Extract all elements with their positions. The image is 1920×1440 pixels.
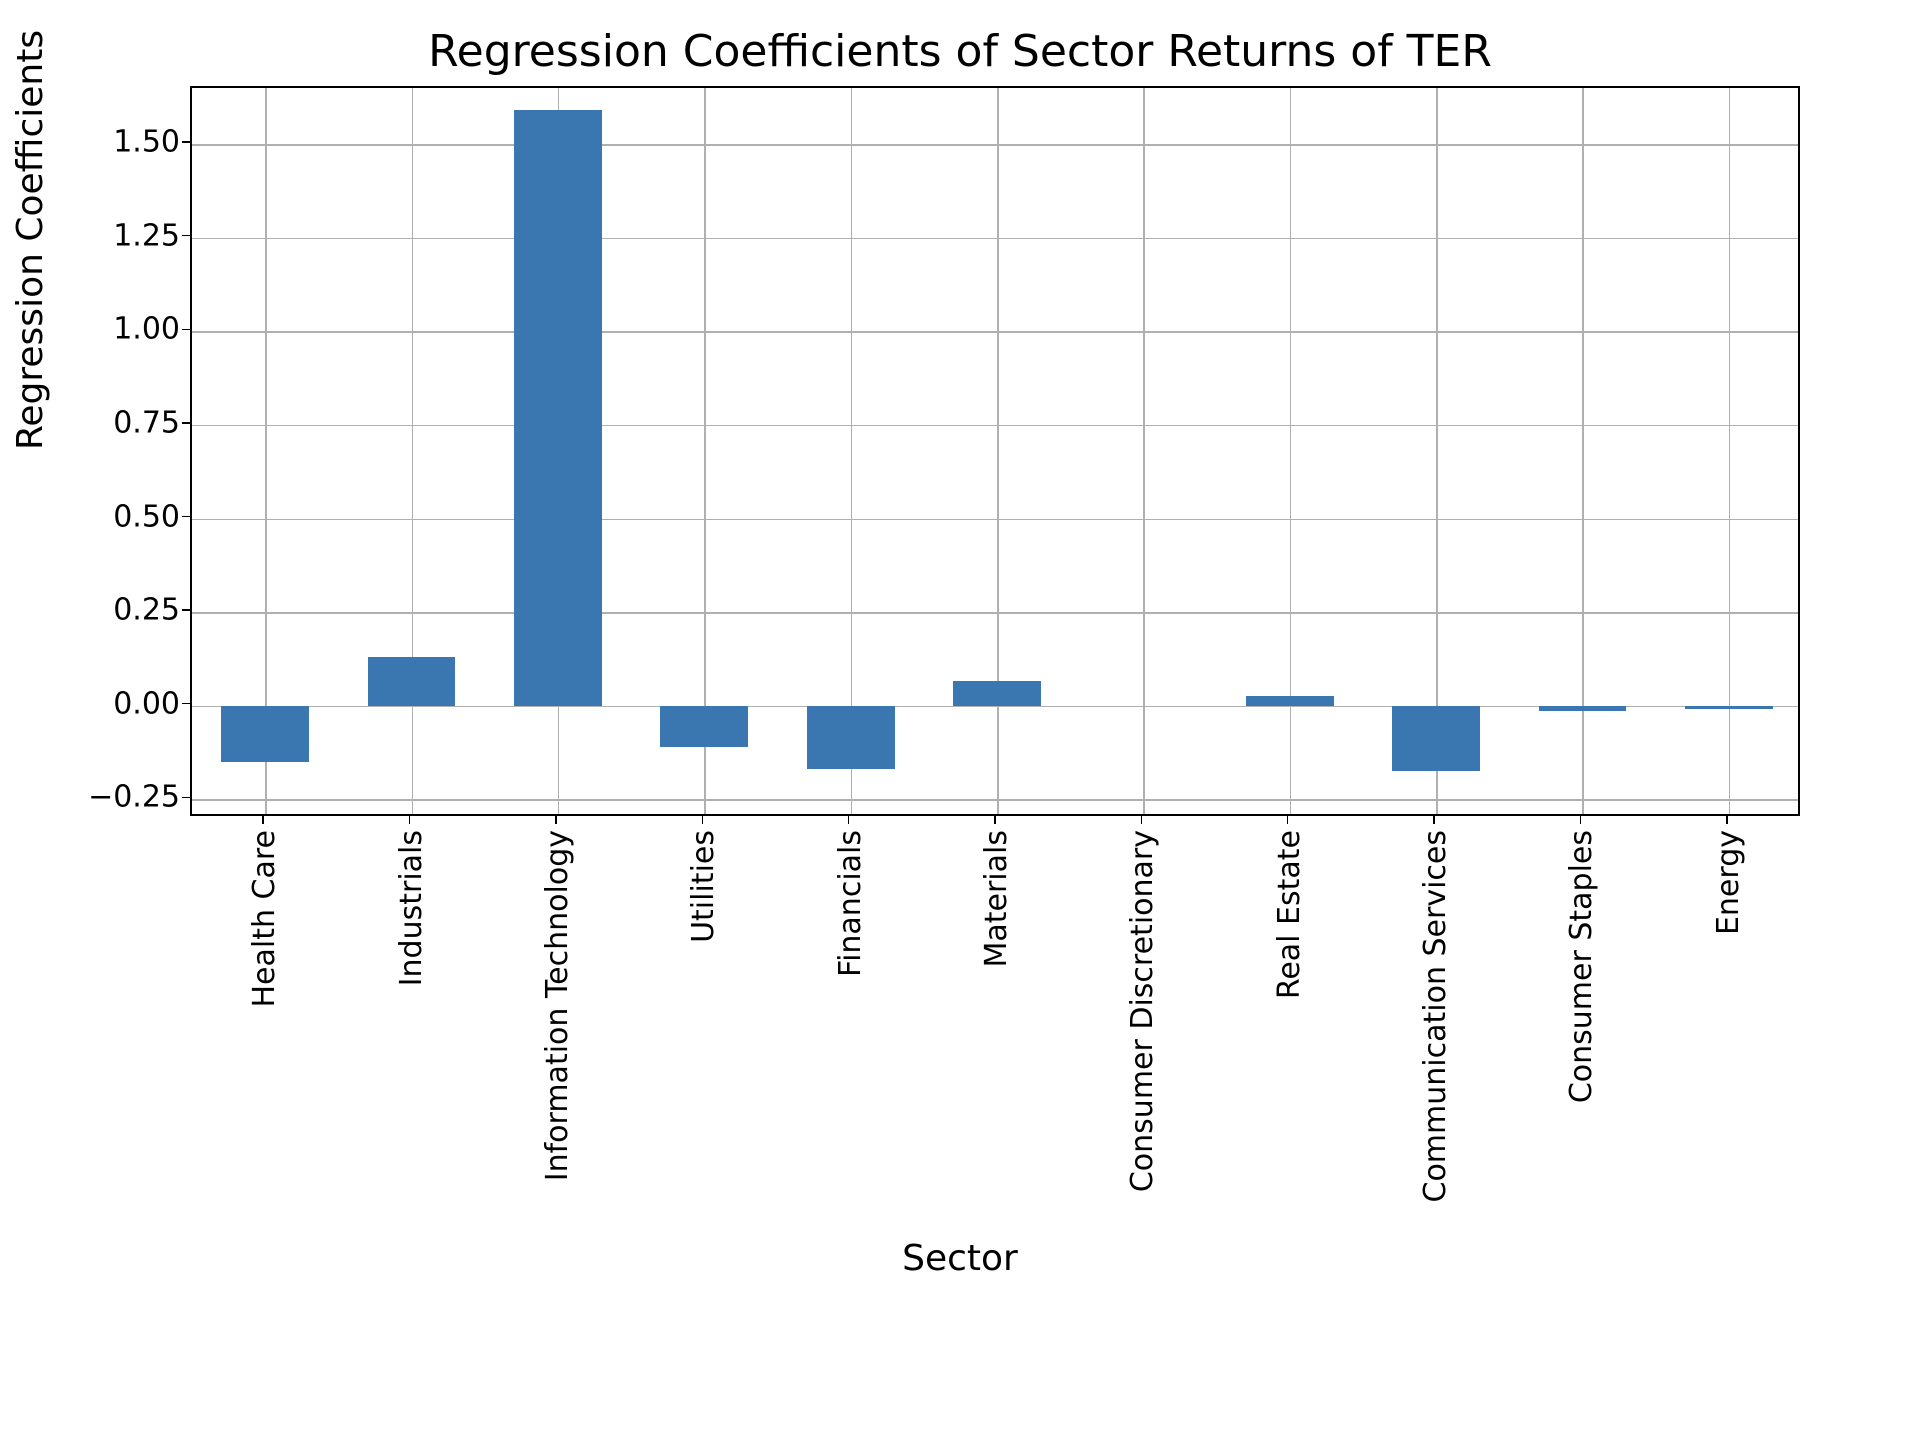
- xtick-label: Consumer Discretionary: [1125, 830, 1160, 1192]
- ytick-mark: [182, 609, 190, 611]
- bar: [1246, 696, 1334, 705]
- x-axis-label: Sector: [0, 1238, 1920, 1279]
- xtick-mark: [848, 816, 850, 824]
- xtick-label: Information Technology: [540, 830, 575, 1181]
- plot-area: [190, 86, 1800, 816]
- ytick-mark: [182, 516, 190, 518]
- xtick-label: Communication Services: [1418, 830, 1453, 1203]
- xtick-label: Energy: [1711, 830, 1746, 935]
- xtick-label: Consumer Staples: [1564, 830, 1599, 1103]
- ytick-label: 1.00: [40, 312, 180, 347]
- bar: [221, 706, 309, 762]
- xtick-mark: [994, 816, 996, 824]
- gridline-h: [192, 144, 1798, 146]
- chart-container: Regression Coefficients of Sector Return…: [0, 0, 1920, 1440]
- ytick-label: −0.25: [40, 780, 180, 815]
- gridline-h: [192, 519, 1798, 521]
- ytick-mark: [182, 141, 190, 143]
- xtick-label: Real Estate: [1272, 830, 1307, 999]
- xtick-label: Industrials: [394, 830, 429, 986]
- bar: [953, 681, 1041, 705]
- ytick-label: 0.50: [40, 499, 180, 534]
- gridline-v: [1143, 88, 1145, 814]
- xtick-label: Utilities: [686, 830, 721, 943]
- xtick-label: Health Care: [247, 830, 282, 1008]
- ytick-mark: [182, 797, 190, 799]
- bar: [660, 706, 748, 747]
- xtick-mark: [1287, 816, 1289, 824]
- ytick-mark: [182, 235, 190, 237]
- ytick-label: 0.75: [40, 405, 180, 440]
- xtick-label: Financials: [833, 830, 868, 977]
- ytick-label: 0.00: [40, 686, 180, 721]
- bar: [368, 657, 456, 706]
- ytick-label: 1.50: [40, 125, 180, 160]
- chart-title: Regression Coefficients of Sector Return…: [0, 26, 1920, 77]
- ytick-label: 0.25: [40, 593, 180, 628]
- xtick-mark: [262, 816, 264, 824]
- xtick-mark: [1726, 816, 1728, 824]
- xtick-mark: [1433, 816, 1435, 824]
- gridline-h: [192, 238, 1798, 240]
- bar: [807, 706, 895, 770]
- gridline-h: [192, 799, 1798, 801]
- xtick-mark: [1580, 816, 1582, 824]
- gridline-h: [192, 425, 1798, 427]
- xtick-mark: [1141, 816, 1143, 824]
- xtick-label: Materials: [979, 830, 1014, 968]
- gridline-h: [192, 331, 1798, 333]
- xtick-mark: [702, 816, 704, 824]
- ytick-mark: [182, 422, 190, 424]
- xtick-mark: [409, 816, 411, 824]
- bar: [1539, 706, 1627, 712]
- xtick-mark: [555, 816, 557, 824]
- bar: [1392, 706, 1480, 772]
- bar: [1685, 706, 1773, 710]
- ytick-label: 1.25: [40, 218, 180, 253]
- gridline-h: [192, 612, 1798, 614]
- ytick-mark: [182, 329, 190, 331]
- ytick-mark: [182, 703, 190, 705]
- bar: [514, 110, 602, 705]
